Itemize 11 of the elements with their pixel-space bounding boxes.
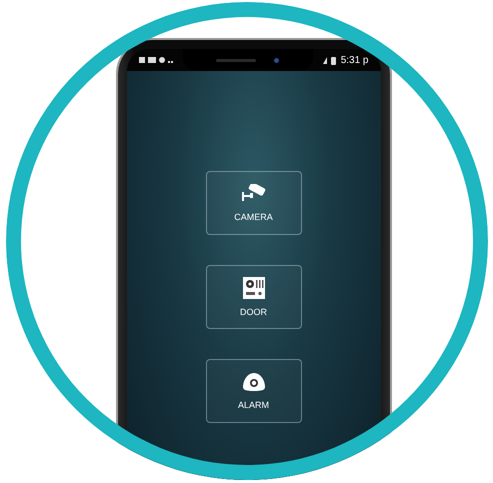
battery-icon	[322, 56, 337, 64]
intercom-icon	[242, 277, 264, 299]
security-camera-icon	[240, 184, 266, 204]
menu-tile[interactable]: ALARM	[206, 359, 302, 423]
speaker-icon	[216, 58, 256, 62]
status-time: 5:31 p	[340, 54, 368, 66]
menu-tile[interactable]: CAMERA	[206, 171, 302, 235]
notification-icons	[138, 56, 172, 64]
front-camera-icon	[274, 58, 280, 62]
alarm-sensor-icon	[242, 372, 266, 392]
menu-tile[interactable]: DOOR	[206, 265, 302, 329]
